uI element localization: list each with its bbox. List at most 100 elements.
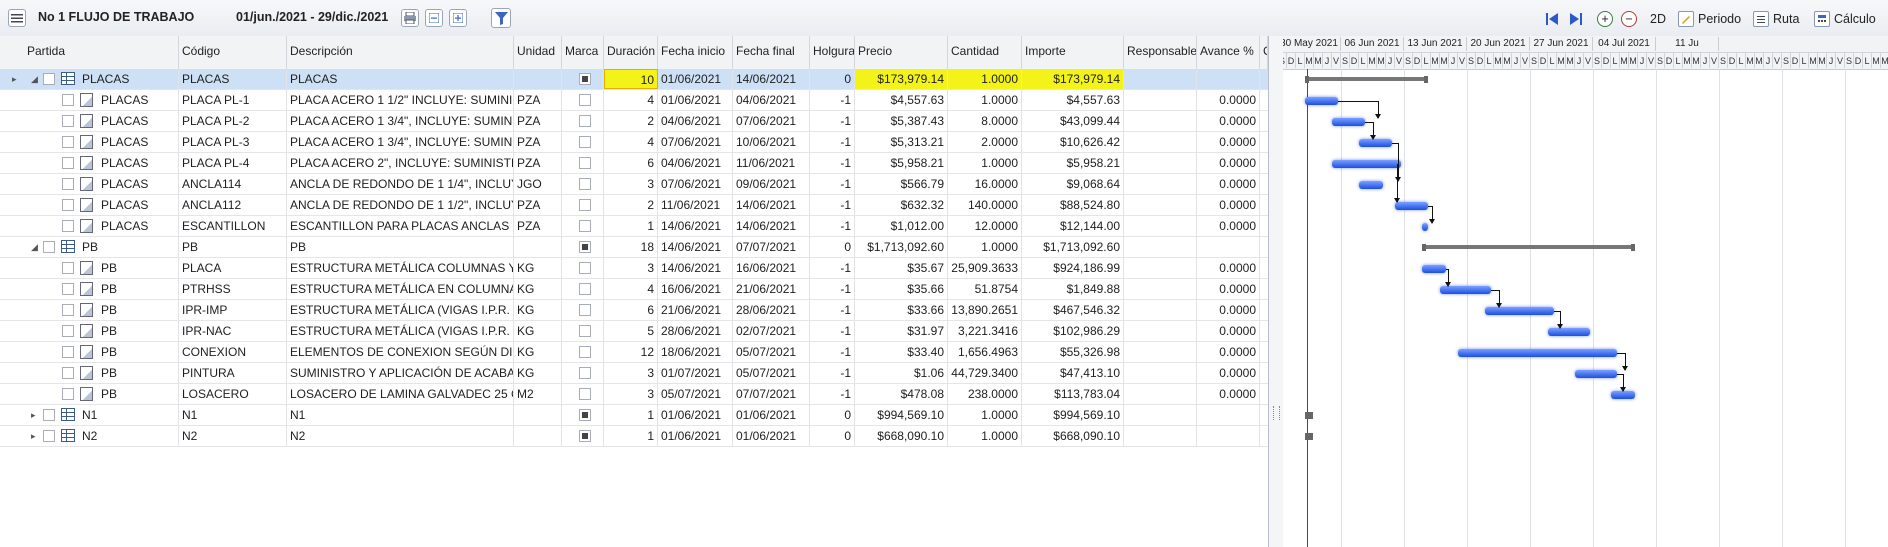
cell-codigo[interactable]: CONEXION (179, 342, 287, 362)
cell-responsable[interactable] (1124, 279, 1197, 299)
cell-precio[interactable]: $5,313.21 (855, 132, 948, 152)
cell-marca[interactable] (562, 153, 604, 173)
cell-avance[interactable]: 0.0000 (1197, 195, 1260, 215)
column-header-avance[interactable]: Avance % (1197, 36, 1260, 69)
cell-descripcion[interactable]: ESTRUCTURA METÁLICA COLUMNAS Y VIG... (287, 258, 514, 278)
marca-checkbox[interactable] (579, 388, 591, 400)
cell-avance[interactable]: 0.0000 (1197, 174, 1260, 194)
cell-descripcion[interactable]: ELEMENTOS DE CONEXION SEGÚN DISEÑO... (287, 342, 514, 362)
cell-codigo[interactable]: ANCLA112 (179, 195, 287, 215)
cell-unidad[interactable]: KG (514, 321, 562, 341)
cell-partida[interactable]: PB (98, 300, 179, 320)
cell-unidad[interactable] (514, 405, 562, 425)
cell-codigo[interactable]: PLACA (179, 258, 287, 278)
task-bar[interactable] (1359, 139, 1392, 147)
cell-responsable[interactable] (1124, 300, 1197, 320)
column-header-codigo[interactable]: Código (179, 36, 287, 69)
cell-precio[interactable]: $478.08 (855, 384, 948, 404)
cell-inicio[interactable]: 01/06/2021 (658, 90, 733, 110)
column-header-cantidad[interactable]: Cantidad (948, 36, 1022, 69)
cell-descripcion[interactable]: PLACAS (287, 69, 514, 89)
cell-importe[interactable]: $1,713,092.60 (1022, 237, 1124, 257)
cell-inicio[interactable]: 01/07/2021 (658, 363, 733, 383)
row-checkbox[interactable] (62, 325, 74, 337)
cell-descripcion[interactable]: PB (287, 237, 514, 257)
task-bar[interactable] (1440, 286, 1491, 294)
cell-holgura[interactable]: -1 (810, 174, 855, 194)
cell-descripcion[interactable]: ESCANTILLON PARA PLACAS ANCLAS EN D... (287, 216, 514, 236)
cell-duracion[interactable]: 1 (604, 426, 658, 446)
cell-codigo[interactable]: IPR-NAC (179, 321, 287, 341)
cell-final[interactable]: 10/06/2021 (733, 132, 810, 152)
cell-holgura[interactable]: -1 (810, 279, 855, 299)
cell-unidad[interactable]: PZA (514, 132, 562, 152)
task-bar[interactable] (1395, 202, 1428, 210)
cell-descripcion[interactable]: SUMINISTRO Y APLICACIÓN DE ACABADO ... (287, 363, 514, 383)
task-bar[interactable] (1485, 307, 1554, 315)
cell-precio[interactable]: $668,090.10 (855, 426, 948, 446)
cell-importe[interactable]: $88,524.80 (1022, 195, 1124, 215)
cell-responsable[interactable] (1124, 363, 1197, 383)
cell-descripcion[interactable]: LOSACERO DE LAMINA GALVADEC 25 CAL. ... (287, 384, 514, 404)
cell-importe[interactable]: $1,849.88 (1022, 279, 1124, 299)
task-bar[interactable] (1359, 181, 1383, 189)
task-bar[interactable] (1422, 265, 1446, 273)
zoom-in-button[interactable]: + (1597, 8, 1613, 29)
cell-holgura[interactable]: -1 (810, 153, 855, 173)
cell-codigo[interactable]: N1 (179, 405, 287, 425)
cell-duracion[interactable]: 10 (604, 69, 658, 89)
cell-inicio[interactable]: 01/06/2021 (658, 69, 733, 89)
cell-final[interactable]: 11/06/2021 (733, 153, 810, 173)
cell-partida[interactable]: PB (98, 279, 179, 299)
column-header-partida[interactable]: Partida (24, 36, 179, 69)
cell-holgura[interactable]: -1 (810, 216, 855, 236)
row-checkbox[interactable] (62, 346, 74, 358)
cell-inicio[interactable]: 18/06/2021 (658, 342, 733, 362)
row-checkbox[interactable] (62, 262, 74, 274)
table-row[interactable]: PB CONEXION ELEMENTOS DE CONEXION SEGÚN DI… (0, 342, 1268, 363)
cell-duracion[interactable]: 12 (604, 342, 658, 362)
cell-partida[interactable]: PLACAS (98, 132, 179, 152)
cell-final[interactable]: 16/06/2021 (733, 258, 810, 278)
cell-responsable[interactable] (1124, 174, 1197, 194)
cell-precio[interactable]: $566.79 (855, 174, 948, 194)
cell-unidad[interactable]: KG (514, 363, 562, 383)
collapse-all-icon[interactable] (425, 9, 443, 27)
cell-final[interactable]: 05/07/2021 (733, 342, 810, 362)
marca-checkbox[interactable] (579, 262, 591, 274)
cell-inicio[interactable]: 04/06/2021 (658, 153, 733, 173)
task-bar[interactable] (1575, 370, 1617, 378)
task-bar[interactable] (1548, 328, 1590, 336)
row-checkbox[interactable] (62, 220, 74, 232)
first-page-button[interactable] (1545, 8, 1559, 29)
cell-final[interactable]: 14/06/2021 (733, 216, 810, 236)
marca-checkbox[interactable] (579, 241, 591, 253)
cell-unidad[interactable] (514, 69, 562, 89)
cell-cantidad[interactable]: 8.0000 (948, 111, 1022, 131)
cell-partida[interactable]: PLACAS (98, 216, 179, 236)
cell-avance[interactable]: 0.0000 (1197, 384, 1260, 404)
cell-inicio[interactable]: 05/07/2021 (658, 384, 733, 404)
cell-final[interactable]: 07/07/2021 (733, 384, 810, 404)
cell-cantidad[interactable]: 3,221.3416 (948, 321, 1022, 341)
cell-marca[interactable] (562, 111, 604, 131)
cell-holgura[interactable]: -1 (810, 132, 855, 152)
cell-partida[interactable]: PLACAS (79, 69, 179, 89)
cell-marca[interactable] (562, 132, 604, 152)
cell-precio[interactable]: $1,012.00 (855, 216, 948, 236)
cell-partida[interactable]: PB (98, 363, 179, 383)
cell-importe[interactable]: $668,090.10 (1022, 426, 1124, 446)
summary-bar[interactable] (1305, 76, 1428, 83)
cell-holgura[interactable]: 0 (810, 405, 855, 425)
cell-unidad[interactable]: PZA (514, 195, 562, 215)
cell-cantidad[interactable]: 44,729.3400 (948, 363, 1022, 383)
cell-duracion[interactable]: 2 (604, 111, 658, 131)
cell-avance[interactable]: 0.0000 (1197, 300, 1260, 320)
cell-descripcion[interactable]: N2 (287, 426, 514, 446)
cell-marca[interactable] (562, 279, 604, 299)
cell-codigo[interactable]: LOSACERO (179, 384, 287, 404)
cell-duracion[interactable]: 4 (604, 90, 658, 110)
marca-checkbox[interactable] (579, 157, 591, 169)
cell-holgura[interactable]: 0 (810, 237, 855, 257)
cell-marca[interactable] (562, 426, 604, 446)
